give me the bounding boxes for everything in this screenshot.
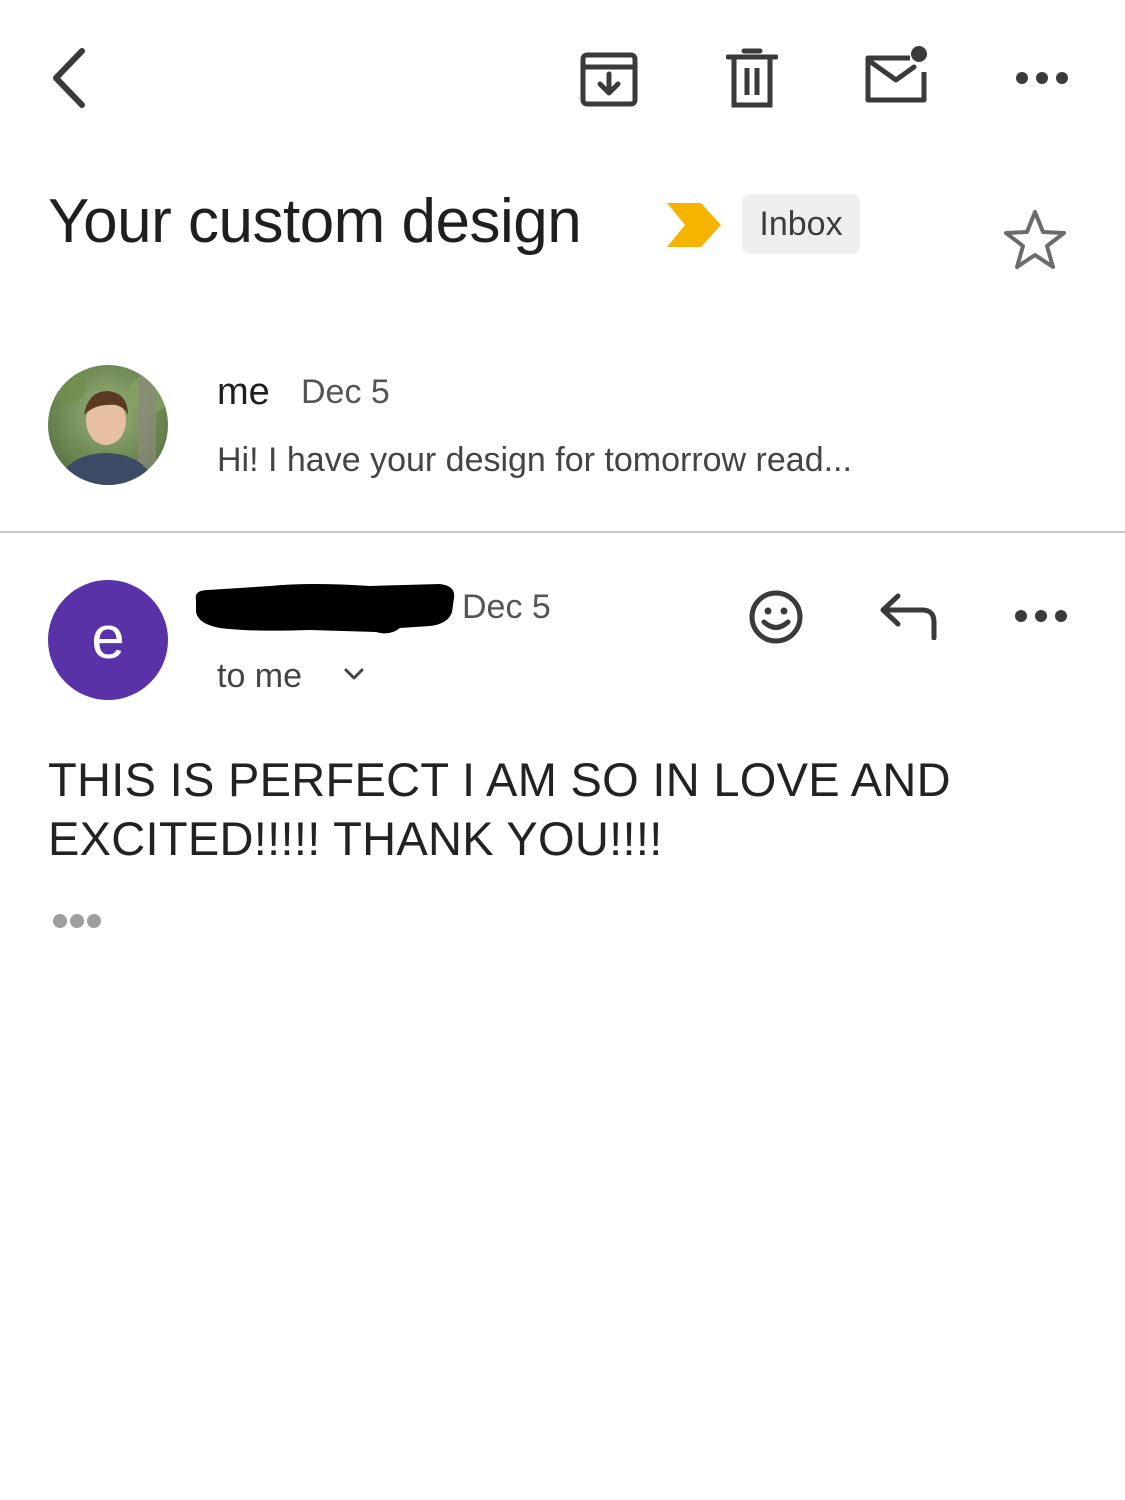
star-button[interactable] bbox=[1002, 208, 1068, 277]
message-date: Dec 5 bbox=[462, 588, 551, 626]
emoji-reaction-icon bbox=[749, 590, 803, 644]
more-horizontal-icon bbox=[53, 914, 101, 928]
message-more-button[interactable] bbox=[1014, 609, 1068, 628]
reply-button[interactable] bbox=[878, 592, 940, 645]
delete-button[interactable] bbox=[724, 46, 780, 110]
message-date: Dec 5 bbox=[301, 373, 390, 411]
profile-photo-image bbox=[48, 365, 168, 485]
more-horizontal-icon bbox=[1016, 72, 1068, 84]
mail-unread-icon bbox=[865, 46, 927, 103]
more-horizontal-icon bbox=[1015, 610, 1067, 622]
recipients-details-button[interactable] bbox=[343, 666, 365, 687]
trash-icon bbox=[726, 48, 778, 108]
reply-icon bbox=[880, 593, 937, 641]
back-button[interactable] bbox=[40, 45, 96, 111]
avatar bbox=[48, 365, 168, 485]
recipients-label[interactable]: to me bbox=[217, 654, 302, 698]
message-snippet[interactable]: Hi! I have your design for tomorrow read… bbox=[217, 438, 852, 482]
mark-unread-button[interactable] bbox=[862, 44, 932, 106]
emoji-reaction-button[interactable] bbox=[748, 589, 804, 650]
archive-button[interactable] bbox=[578, 48, 640, 110]
chevron-down-icon bbox=[344, 668, 364, 680]
email-subject: Your custom design bbox=[48, 187, 582, 256]
importance-marker-icon bbox=[667, 203, 721, 247]
label-chip-inbox[interactable]: Inbox bbox=[742, 194, 860, 254]
star-outline-icon bbox=[1004, 210, 1066, 269]
sender-avatar: e bbox=[48, 580, 168, 700]
message-divider bbox=[0, 531, 1125, 533]
show-trimmed-content-button[interactable] bbox=[50, 910, 106, 937]
message-body: THIS IS PERFECT I AM SO IN LOVE AND EXCI… bbox=[48, 753, 951, 865]
chevron-left-icon bbox=[53, 48, 85, 108]
redacted-sender-name bbox=[195, 584, 455, 634]
message-sender: me bbox=[217, 371, 270, 413]
more-options-button[interactable] bbox=[1012, 64, 1072, 92]
archive-icon bbox=[580, 52, 638, 107]
